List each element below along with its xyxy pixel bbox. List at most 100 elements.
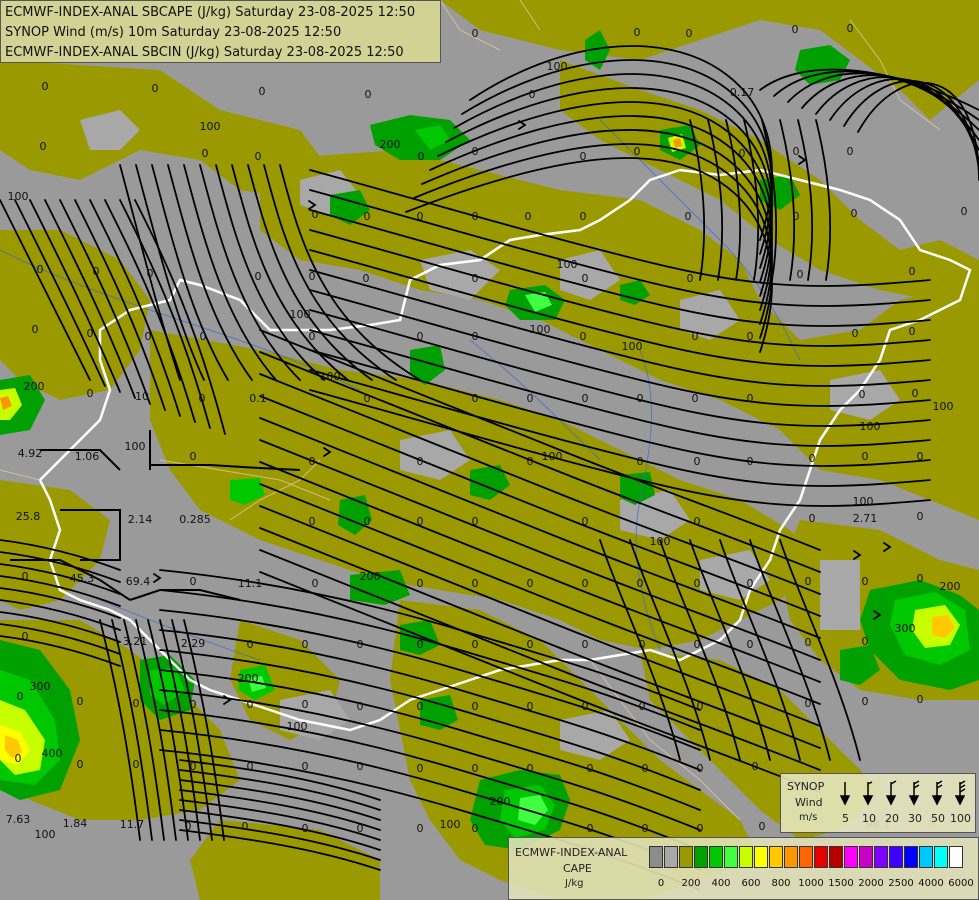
map-value-label: 0 [917,693,924,706]
map-value-label: 0 [309,270,316,283]
map-value-label: 0 [747,455,754,468]
map-value-label: 7.63 [6,813,31,826]
map-value-label: 100 [200,120,221,133]
cape-swatch [874,846,888,868]
synop-legend-unit: m/s [799,812,818,823]
map-value-label: 0 [582,272,589,285]
map-value-label: 0 [312,208,319,221]
map-value-label: 0 [692,392,699,405]
synop-legend-subtitle: Wind [795,796,823,809]
cape-swatch [694,846,708,868]
map-value-label: 0 [190,575,197,588]
map-value-label: 0 [686,27,693,40]
cape-swatch [664,846,678,868]
cape-swatch [769,846,783,868]
map-value-label: 0 [417,210,424,223]
map-value-label: 100 [35,828,56,841]
map-value-label: 0 [309,330,316,343]
map-value-label: 0 [912,387,919,400]
map-value-label: 0 [582,638,589,651]
cape-swatch [709,846,723,868]
map-value-label: 0 [582,392,589,405]
map-value-label: 0 [862,635,869,648]
cape-swatch [649,846,663,868]
map-value-label: 0 [22,570,29,583]
synop-legend-title: SYNOP [787,780,825,793]
cape-swatch [814,846,828,868]
map-value-label: 0 [694,455,701,468]
map-value-label: 2.29 [181,637,206,650]
map-value-label: 4.92 [18,447,43,460]
map-value-label: 100 [853,495,874,508]
map-value-label: 1.06 [75,450,100,463]
cape-swatch [859,846,873,868]
map-value-label: 100 [8,190,29,203]
map-value-label: 0 [909,325,916,338]
map-value-label: 45.3 [70,572,95,585]
map-value-label: 0 [185,820,192,833]
cape-swatch [829,846,843,868]
map-value-label: 0 [200,330,207,343]
synop-value-20: 20 [885,812,899,825]
map-value-label: 0 [202,147,209,160]
map-value-label: 0 [417,700,424,713]
map-value-label: 0 [364,515,371,528]
synop-wind-legend: SYNOP Wind m/s 5 10 20 30 50 100 [780,773,976,833]
cape-legend-tick: 2500 [888,878,914,889]
map-value-label: 0 [580,210,587,223]
map-value-label: 200 [238,672,259,685]
map-value-label: 0 [639,700,646,713]
synop-value-30: 30 [908,812,922,825]
cape-swatch [784,846,798,868]
map-value-label: 0 [357,822,364,835]
map-value-label: 0 [472,330,479,343]
map-value-label: 0 [529,88,536,101]
map-value-label: 0 [417,330,424,343]
map-value-label: 0 [472,638,479,651]
map-value-label: 0 [809,452,816,465]
map-value-label: 0 [302,760,309,773]
map-value-label: 0 [255,150,262,163]
map-value-label: 69.4 [126,575,151,588]
map-value-label: 0 [93,265,100,278]
map-value-label: 0 [472,762,479,775]
map-value-label: 3.21 [123,635,148,648]
map-value-label: 0 [37,263,44,276]
map-value-label: 0 [637,392,644,405]
cape-swatch [799,846,813,868]
map-value-label: 0 [255,270,262,283]
map-value-label: 0 [472,27,479,40]
cape-swatch [679,846,693,868]
map-value-label: 0 [527,392,534,405]
cape-swatch [949,846,963,868]
map-value-label: 0 [259,85,266,98]
map-value-label: 11.1 [238,577,263,590]
weather-map: 0 0 0 0000 0 0 010010010020000 0 0 0 0 0 0 0 00.170 0 0 0… [0,0,979,900]
map-value-label: 0 [694,515,701,528]
map-value-label: 400 [42,747,63,760]
map-value-label: 0 [637,577,644,590]
map-value-label: 0 [417,638,424,651]
map-value-label: 0 [692,330,699,343]
map-value-label: 0 [15,752,22,765]
map-value-label: 0 [793,145,800,158]
map-value-label: 0 [580,150,587,163]
cape-swatch [919,846,933,868]
map-value-label: 0.17 [730,86,755,99]
cape-color-legend: ECMWF-INDEX-ANAL CAPE J/kg 0 200 400 600 800… [508,837,979,900]
map-value-label: 0 [417,822,424,835]
cape-swatch [889,846,903,868]
map-value-label: 0 [133,697,140,710]
map-value-label: 0 [17,690,24,703]
cape-legend-tick: 6000 [948,878,974,889]
cape-legend-title: ECMWF-INDEX-ANAL [515,846,628,859]
map-value-label: 100 [530,323,551,336]
map-value-label: 0 [792,23,799,36]
map-value-label: 0 [739,147,746,160]
title-line-cin: ECMWF-INDEX-ANAL SBCIN (J/kg) Saturday 2… [5,45,404,60]
map-value-label: 11.7 [120,818,145,831]
map-value-label: 0 [694,577,701,590]
map-value-label: 0 [747,330,754,343]
cape-legend-tick: 400 [711,878,731,889]
map-value-label: 100 [440,818,461,831]
